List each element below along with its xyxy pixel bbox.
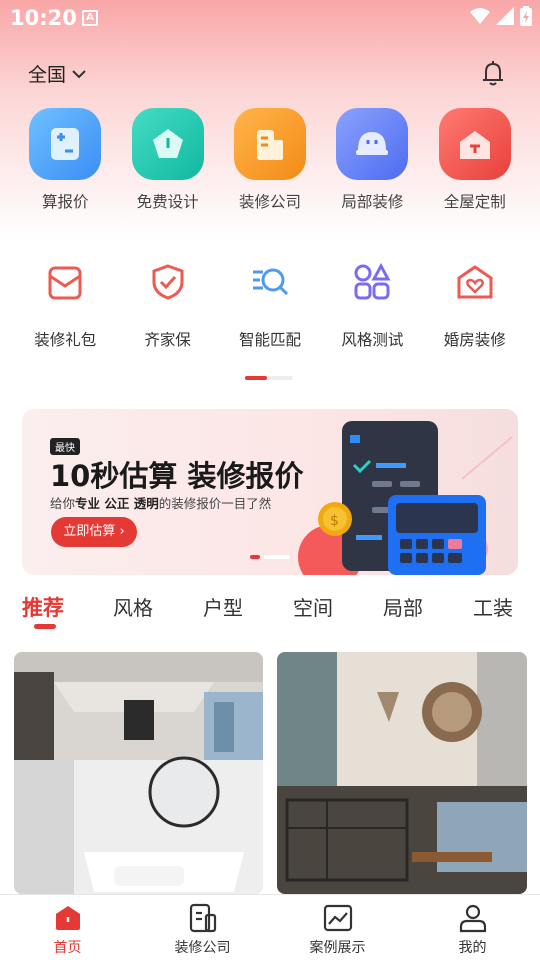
building-icon	[233, 108, 306, 180]
tab-style[interactable]: 风格	[113, 592, 153, 621]
quick-item-label: 免费设计	[136, 193, 199, 211]
bottom-navigation: 首页 装修公司 案例展示 我的	[0, 894, 540, 960]
service-item-wedding[interactable]: 婚房装修	[424, 258, 526, 350]
category-tabs: 推荐 风格 户型 空间 局部 工装	[0, 588, 540, 634]
home-icon	[53, 903, 83, 933]
tab-indicator	[34, 624, 56, 629]
notification-icon: A	[82, 10, 98, 26]
quick-item-partial[interactable]: 局部装修	[321, 108, 423, 212]
company-icon	[188, 903, 218, 933]
nav-profile[interactable]: 我的	[405, 895, 540, 960]
quick-item-label: 算报价	[41, 193, 89, 211]
quick-item-design[interactable]: 免费设计	[116, 108, 218, 212]
nav-label: 首页	[53, 940, 82, 956]
quick-item-quote[interactable]: 算报价	[14, 108, 116, 212]
banner-subtitle-bold: 专业 公正 透明	[75, 496, 159, 511]
service-item-style[interactable]: 风格测试	[321, 258, 423, 350]
quick-item-custom[interactable]: 全屋定制	[424, 108, 526, 212]
case-card[interactable]	[14, 652, 263, 894]
location-selector[interactable]: 全国	[28, 60, 86, 87]
service-item-label: 装修礼包	[34, 331, 97, 349]
gift-icon	[41, 258, 89, 306]
estimate-button[interactable]: 立即估算 ›	[51, 517, 137, 547]
nav-home[interactable]: 首页	[0, 895, 135, 960]
service-item-label: 风格测试	[341, 331, 404, 349]
banner-page-indicator	[250, 555, 292, 559]
banner-title: 10秒估算 装修报价	[50, 459, 304, 493]
wifi-icon	[470, 8, 490, 24]
status-time: 10:20	[10, 6, 77, 30]
banner-subtitle-suffix: 的装修报价一目了然	[158, 496, 272, 511]
nav-label: 我的	[458, 940, 487, 956]
tab-space[interactable]: 空间	[293, 592, 333, 621]
nav-cases[interactable]: 案例展示	[270, 895, 405, 960]
service-item-label: 智能匹配	[238, 331, 301, 349]
quick-item-label: 局部装修	[341, 193, 404, 211]
shield-icon	[144, 258, 192, 306]
profile-icon	[458, 903, 488, 933]
case-card[interactable]	[277, 652, 527, 894]
calculator-icon	[29, 108, 102, 180]
chevron-down-icon	[72, 69, 86, 78]
case-image	[14, 652, 263, 894]
signal-icon	[496, 7, 514, 25]
nav-label: 装修公司	[174, 940, 231, 956]
service-menu: 装修礼包 齐家保 智能匹配 风格测试 婚房装修	[14, 258, 526, 350]
battery-icon	[520, 6, 532, 26]
helmet-icon	[336, 108, 409, 180]
house-icon	[438, 108, 511, 180]
menu-page-indicator	[245, 376, 293, 380]
banner-subtitle: 给你专业 公正 透明的装修报价一目了然	[50, 493, 271, 512]
heart-house-icon	[451, 258, 499, 306]
gallery-icon	[323, 903, 353, 933]
style-icon	[348, 258, 396, 306]
quick-menu: 算报价 免费设计 装修公司 局部装修 全屋定制	[14, 108, 526, 212]
tab-recommend[interactable]: 推荐	[22, 592, 64, 622]
quick-item-company[interactable]: 装修公司	[219, 108, 321, 212]
tab-commercial[interactable]: 工装	[473, 592, 513, 621]
promo-banner[interactable]: $ 最快 10秒估算 装修报价 给你专业 公正 透明的装修报价一目了然 立即估算…	[22, 409, 518, 575]
pentagon-icon	[131, 108, 204, 180]
service-item-insurance[interactable]: 齐家保	[116, 258, 218, 350]
service-item-label: 婚房装修	[443, 331, 506, 349]
service-item-label: 齐家保	[144, 331, 191, 349]
service-item-gift[interactable]: 装修礼包	[14, 258, 116, 350]
quick-item-label: 全屋定制	[443, 193, 506, 211]
bell-icon[interactable]	[478, 58, 508, 88]
nav-company[interactable]: 装修公司	[135, 895, 270, 960]
case-image	[277, 652, 527, 894]
svg-text:$: $	[330, 513, 339, 529]
tab-partial[interactable]: 局部	[383, 592, 423, 621]
quick-item-label: 装修公司	[238, 193, 301, 211]
status-bar: 10:20 A	[0, 0, 540, 36]
tab-layout[interactable]: 户型	[203, 592, 243, 621]
location-label: 全国	[28, 64, 67, 86]
match-icon	[246, 258, 294, 306]
nav-label: 案例展示	[309, 940, 366, 956]
service-item-match[interactable]: 智能匹配	[219, 258, 321, 350]
banner-subtitle-prefix: 给你	[50, 496, 76, 511]
